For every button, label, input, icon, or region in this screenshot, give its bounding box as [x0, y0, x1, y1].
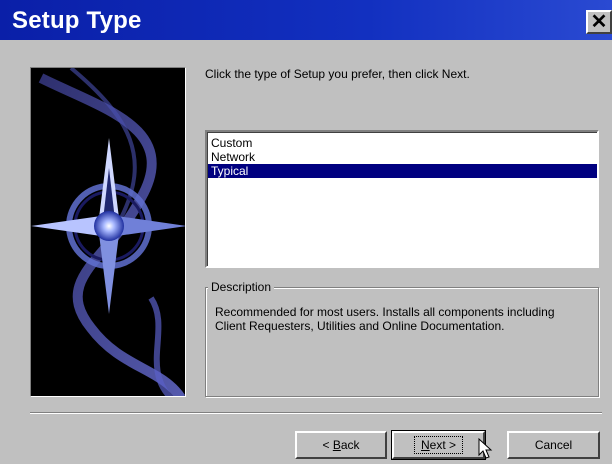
- setup-type-listbox[interactable]: Custom Network Typical: [205, 130, 599, 268]
- list-item-custom[interactable]: Custom: [208, 136, 597, 150]
- title-bar[interactable]: Setup Type ✕: [0, 0, 612, 40]
- cancel-button[interactable]: Cancel: [507, 431, 600, 459]
- description-legend: Description: [208, 280, 275, 294]
- next-label: Next >: [413, 436, 464, 454]
- next-button[interactable]: Next >: [391, 430, 486, 460]
- close-icon: ✕: [590, 11, 608, 33]
- back-label: < Back: [322, 438, 360, 452]
- back-button[interactable]: < Back: [295, 431, 387, 459]
- list-item-typical[interactable]: Typical: [208, 164, 597, 178]
- instruction-text: Click the type of Setup you prefer, then…: [205, 67, 470, 81]
- setup-artwork: [30, 67, 186, 397]
- close-button[interactable]: ✕: [586, 10, 612, 34]
- description-text: Recommended for most users. Installs all…: [215, 305, 555, 333]
- list-item-network[interactable]: Network: [208, 150, 597, 164]
- cancel-label: Cancel: [534, 438, 573, 452]
- window-title: Setup Type: [12, 7, 142, 34]
- mouse-pointer-icon: [478, 438, 493, 459]
- button-separator: [30, 412, 602, 414]
- description-group: [205, 287, 599, 397]
